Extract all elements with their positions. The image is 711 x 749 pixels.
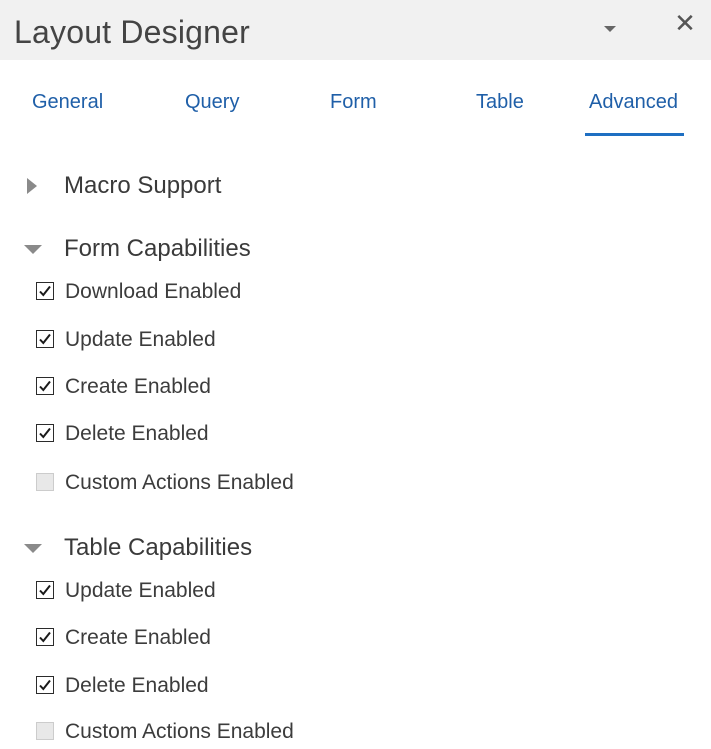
tab-label: Query [185, 91, 240, 113]
checkbox-unchecked-icon [36, 473, 54, 491]
tab-label: Table [476, 91, 524, 113]
checkbox-checked-icon [36, 628, 54, 646]
checkbox-checked-icon [36, 377, 54, 395]
option-label: Delete Enabled [65, 674, 209, 697]
checkbox-form-delete-enabled[interactable]: Delete Enabled [36, 420, 456, 450]
section-label: Macro Support [64, 172, 222, 199]
caret-down-icon[interactable] [596, 20, 624, 40]
checkbox-form-custom-actions-enabled[interactable]: Custom Actions Enabled [36, 469, 456, 499]
tab-active-indicator [585, 133, 684, 136]
title-bar: Layout Designer ✕ [0, 0, 711, 60]
tab-label: Advanced [589, 91, 678, 113]
checkbox-table-update-enabled[interactable]: Update Enabled [36, 577, 456, 607]
caret-right-icon [24, 178, 44, 195]
tab-form[interactable]: Form [330, 91, 377, 131]
option-label: Custom Actions Enabled [65, 471, 294, 494]
tab-query[interactable]: Query [185, 91, 239, 131]
tab-advanced[interactable]: Advanced [585, 91, 684, 136]
checkbox-form-create-enabled[interactable]: Create Enabled [36, 373, 456, 403]
window-title: Layout Designer [14, 14, 251, 50]
checkbox-form-update-enabled[interactable]: Update Enabled [36, 326, 456, 356]
tab-strip: General Query Form Table Advanced [0, 60, 711, 140]
section-form-capabilities[interactable]: Form Capabilities [20, 233, 460, 267]
option-label: Create Enabled [65, 626, 211, 649]
tab-label: Form [330, 91, 377, 113]
checkbox-checked-icon [36, 330, 54, 348]
section-label: Form Capabilities [64, 235, 251, 262]
section-label: Table Capabilities [64, 534, 253, 561]
option-label: Update Enabled [65, 328, 216, 351]
option-label: Delete Enabled [65, 422, 209, 445]
caret-down-icon [24, 541, 44, 557]
checkbox-unchecked-icon [36, 722, 54, 740]
tab-general[interactable]: General [32, 91, 103, 131]
close-icon[interactable]: ✕ [670, 8, 700, 38]
checkbox-table-custom-actions-enabled[interactable]: Custom Actions Enabled [36, 718, 456, 748]
caret-down-icon [24, 242, 44, 258]
section-table-capabilities[interactable]: Table Capabilities [20, 532, 460, 566]
option-label: Create Enabled [65, 375, 211, 398]
option-label: Update Enabled [65, 579, 216, 602]
checkbox-checked-icon [36, 676, 54, 694]
option-label: Custom Actions Enabled [65, 720, 294, 743]
checkbox-form-download-enabled[interactable]: Download Enabled [36, 278, 456, 308]
checkbox-table-delete-enabled[interactable]: Delete Enabled [36, 672, 456, 702]
checkbox-table-create-enabled[interactable]: Create Enabled [36, 624, 456, 654]
checkbox-checked-icon [36, 581, 54, 599]
tab-table[interactable]: Table [476, 91, 524, 131]
checkbox-checked-icon [36, 282, 54, 300]
section-macro-support[interactable]: Macro Support [20, 170, 460, 204]
checkbox-checked-icon [36, 424, 54, 442]
option-label: Download Enabled [65, 280, 242, 303]
tab-label: General [32, 91, 104, 113]
